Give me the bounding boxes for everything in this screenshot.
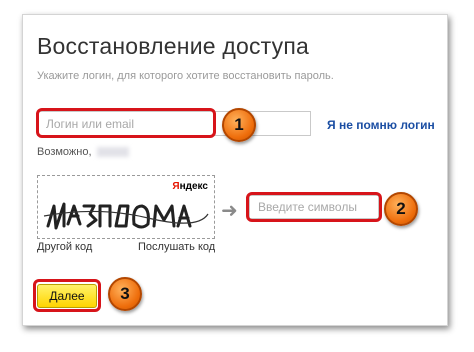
blurred-suggestion (97, 147, 129, 157)
captcha-image: Яндекс (37, 175, 215, 239)
arrow-right-icon: ➜ (221, 200, 238, 222)
highlight-login (36, 108, 216, 138)
restore-access-form: Восстановление доступа Укажите логин, дл… (22, 14, 448, 326)
highlight-captcha (246, 192, 382, 222)
highlight-next (33, 279, 101, 312)
page-title: Восстановление доступа (37, 33, 309, 59)
page-subtitle: Укажите логин, для которого хотите восст… (37, 70, 334, 82)
forgot-login-link[interactable]: Я не помню логин (327, 118, 435, 132)
step-badge-2: 2 (384, 192, 418, 226)
listen-code-link[interactable]: Послушать код (138, 241, 215, 253)
step-badge-3: 3 (108, 277, 142, 311)
captcha-distorted-text (43, 202, 209, 230)
other-code-link[interactable]: Другой код (37, 241, 92, 253)
maybe-hint: Возможно, (37, 146, 92, 158)
step-badge-1: 1 (222, 108, 256, 142)
